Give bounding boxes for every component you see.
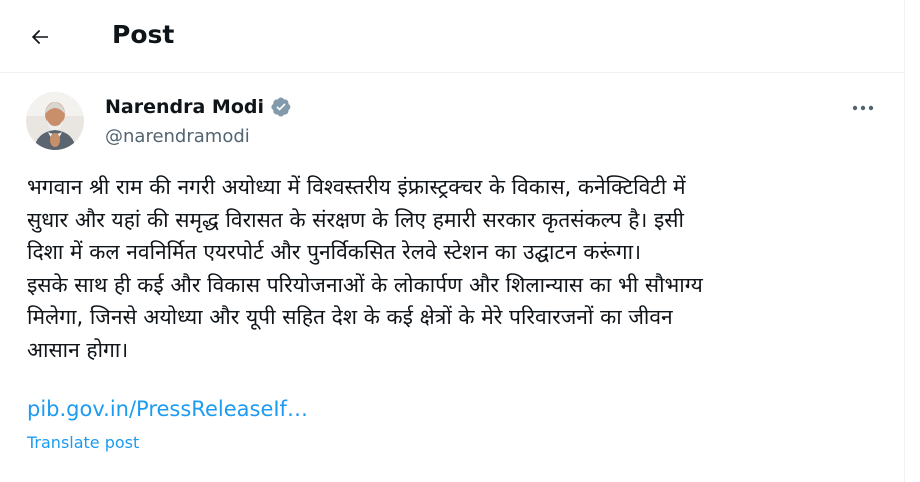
author-name-row: Narendra Modi — [105, 94, 292, 120]
column-border — [904, 0, 905, 482]
author-name[interactable]: Narendra Modi — [105, 94, 264, 120]
author-handle[interactable]: @narendramodi — [105, 124, 292, 150]
translate-post-button[interactable]: Translate post — [27, 432, 139, 454]
author-info: Narendra Modi @narendramodi — [105, 94, 292, 150]
arrow-left-icon — [31, 29, 48, 45]
post-header: Post — [0, 0, 904, 72]
avatar-image — [26, 92, 84, 150]
more-button[interactable] — [846, 96, 880, 120]
page-title: Post — [112, 20, 175, 49]
post-link[interactable]: pib.gov.in/PressReleaseIf… — [27, 393, 308, 425]
header-divider — [0, 72, 904, 73]
avatar[interactable] — [26, 92, 84, 150]
back-button[interactable] — [20, 17, 60, 57]
post-text: भगवान श्री राम की नगरी अयोध्या में विश्व… — [27, 175, 703, 362]
verified-badge-icon[interactable] — [270, 96, 292, 118]
more-horizontal-icon — [852, 105, 874, 111]
